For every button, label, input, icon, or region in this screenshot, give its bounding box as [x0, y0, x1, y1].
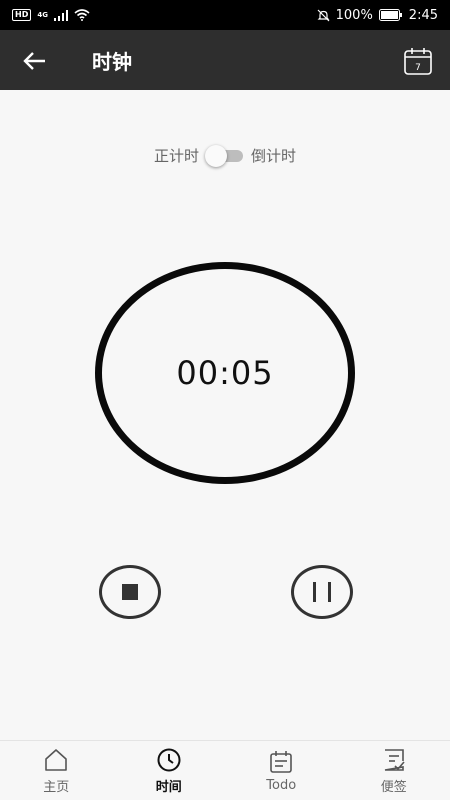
nav-label-todo: Todo: [266, 777, 297, 793]
home-icon: [45, 748, 68, 771]
mode-switch[interactable]: [205, 144, 245, 167]
mute-bell-icon: [317, 9, 330, 21]
status-right: 100% 2:45: [317, 8, 438, 23]
timer-display: 00:05: [176, 354, 274, 392]
count-up-label: 正计时: [153, 146, 199, 165]
battery-icon: [378, 9, 402, 21]
status-left: HD 4G: [12, 9, 90, 21]
back-arrow-icon[interactable]: [22, 48, 48, 74]
nav-item-time[interactable]: 时间: [124, 747, 214, 795]
nav-label-notes: 便签: [380, 779, 407, 795]
network-type: 4G: [37, 11, 48, 19]
clock-icon: [157, 748, 181, 771]
nav-item-notes[interactable]: 便签: [349, 747, 439, 795]
pause-icon: [313, 582, 331, 602]
timer-circle: 00:05: [95, 262, 355, 484]
switch-thumb: [205, 145, 227, 167]
status-bar: HD 4G 100% 2:45: [0, 0, 450, 30]
stop-icon: [122, 584, 138, 600]
battery-percent: 100%: [335, 7, 373, 23]
nav-label-home: 主页: [43, 779, 70, 795]
nav-label-time: 时间: [155, 779, 182, 795]
count-down-label: 倒计时: [251, 146, 297, 165]
nav-item-todo[interactable]: Todo: [236, 749, 326, 793]
pause-button[interactable]: [291, 565, 353, 619]
app-bar: 时钟 7: [0, 30, 450, 90]
signal-icon: [53, 9, 68, 21]
note-icon: [384, 748, 405, 771]
page-title: 时钟: [92, 50, 132, 74]
bottom-nav: 主页 时间 Todo 便签: [0, 740, 450, 800]
calendar-icon: [270, 750, 293, 773]
calendar-icon[interactable]: 7: [403, 46, 433, 76]
wifi-icon: [74, 9, 90, 21]
hd-badge: HD: [12, 9, 32, 21]
calendar-day: 7: [415, 63, 421, 73]
nav-item-home[interactable]: 主页: [11, 747, 101, 795]
clock-time: 2:45: [408, 7, 438, 23]
mode-toggle-row: 正计时 倒计时: [0, 140, 450, 170]
stop-button[interactable]: [99, 565, 161, 619]
